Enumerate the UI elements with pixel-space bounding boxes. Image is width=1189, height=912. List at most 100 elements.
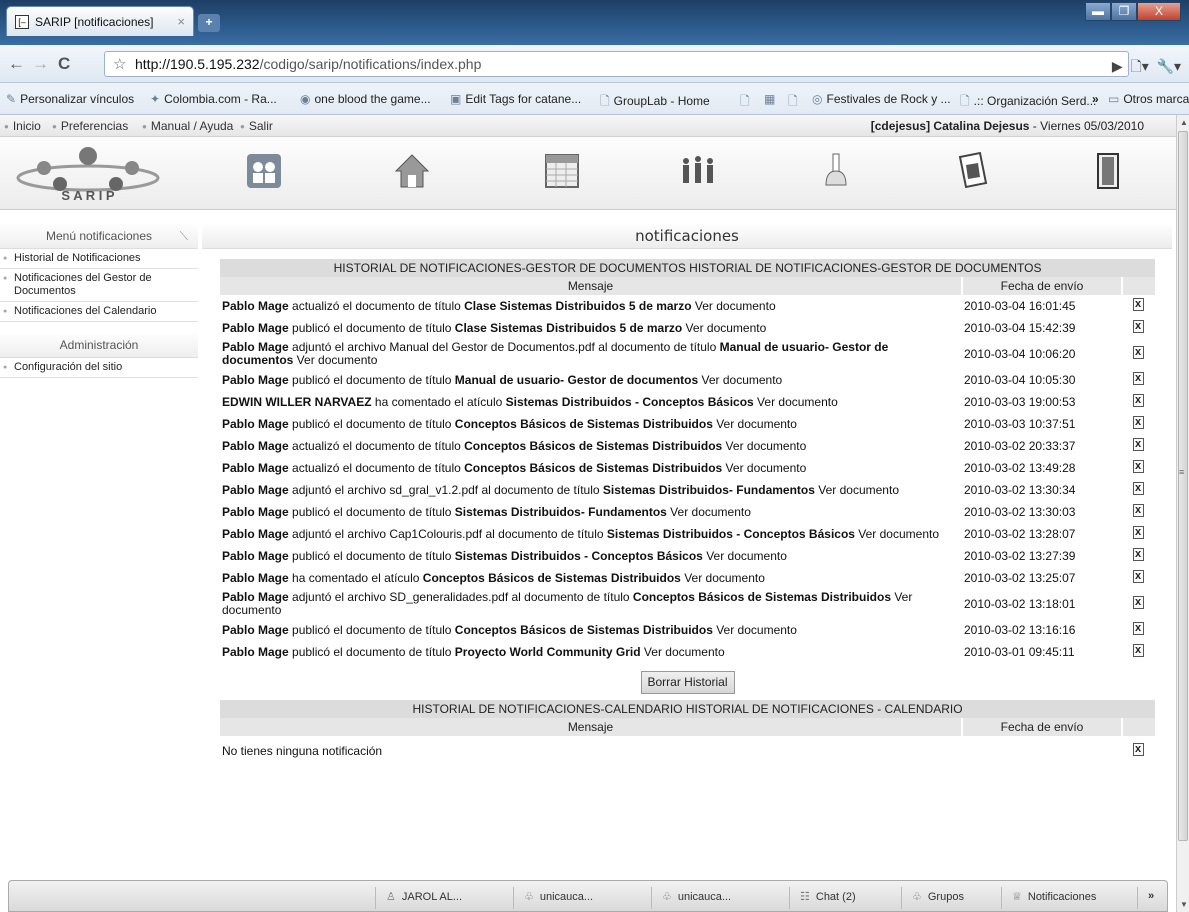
community-icon[interactable] xyxy=(678,151,718,191)
page-favicon-icon: [– xyxy=(15,15,29,29)
chat-item-group[interactable]: ♧ unicauca... xyxy=(651,887,789,909)
bookmark-item[interactable]: ✎ Personalizar vínculos xyxy=(6,92,134,106)
forward-button[interactable]: → xyxy=(32,54,49,74)
reload-button[interactable]: C xyxy=(58,54,70,74)
groups-button[interactable]: ♧ Grupos xyxy=(901,887,1001,909)
view-document-link[interactable]: Ver documento xyxy=(667,505,751,519)
document-icon[interactable] xyxy=(952,151,992,191)
sidebar-item-configuracion[interactable]: Configuración del sitio xyxy=(0,358,198,378)
delete-icon[interactable] xyxy=(1133,743,1145,756)
collapse-sidebar-icon[interactable]: ⟍ xyxy=(180,223,188,249)
notification-message: Pablo Mage publicó el documento de títul… xyxy=(220,501,962,523)
page-menu-icon[interactable]: ▶ 🗋▾ 🔧▾ xyxy=(1112,56,1181,80)
delete-icon[interactable] xyxy=(1133,438,1145,451)
view-document-link[interactable]: Ver documento xyxy=(681,571,765,585)
delete-icon[interactable] xyxy=(1133,596,1145,609)
bookmark-star-icon[interactable]: ☆ xyxy=(113,55,126,73)
minimize-button[interactable]: ▬ xyxy=(1085,2,1111,21)
bookmark-item[interactable]: ◎ Festivales de Rock y ... xyxy=(812,92,951,106)
chat-item-group[interactable]: ♧ unicauca... xyxy=(513,887,651,909)
view-document-link[interactable]: Ver documento xyxy=(855,527,939,541)
delete-icon[interactable] xyxy=(1133,394,1145,407)
table-row: Pablo Mage publicó el documento de títul… xyxy=(220,369,1155,391)
users-group-icon[interactable] xyxy=(244,151,284,191)
chatbar-expand-button[interactable]: » xyxy=(1137,887,1167,909)
view-document-link[interactable]: Ver documento xyxy=(713,623,797,637)
view-document-link[interactable]: Ver documento xyxy=(722,439,807,453)
tab-title: SARIP [notificaciones] xyxy=(35,15,154,29)
notification-date: 2010-03-02 13:30:34 xyxy=(964,482,1076,497)
bookmark-item[interactable]: 🗋 xyxy=(740,92,754,113)
delete-icon[interactable] xyxy=(1133,504,1145,517)
bookmark-item[interactable]: ▦ xyxy=(764,92,779,106)
bookmark-item[interactable]: 🗋.:: Organización Serd... xyxy=(960,92,1096,113)
page-icon: 🗋 xyxy=(740,94,750,108)
bookmark-item[interactable]: ✦ Colombia.com - Ra... xyxy=(150,92,277,106)
page-scrollbar[interactable]: ▲ ≡ ▼ xyxy=(1176,115,1189,912)
view-document-link[interactable]: Ver documento xyxy=(641,645,725,659)
view-document-link[interactable]: Ver documento xyxy=(815,483,899,497)
calendar-icon[interactable] xyxy=(542,151,582,191)
scrollbar-thumb[interactable] xyxy=(1178,131,1188,841)
chat-item-user[interactable]: ♙ JAROL AL... xyxy=(375,887,513,909)
bookmark-item[interactable]: 🗋 xyxy=(788,92,802,113)
view-document-link[interactable]: Ver documento xyxy=(713,417,797,431)
menu-salir[interactable]: Salir xyxy=(240,119,273,133)
clear-history-button[interactable]: Borrar Historial xyxy=(640,671,735,694)
delete-icon[interactable] xyxy=(1133,298,1145,311)
view-document-link[interactable]: Ver documento xyxy=(698,373,783,387)
notification-subject: Manual de usuario- Gestor de documentos xyxy=(454,372,699,387)
delete-icon[interactable] xyxy=(1133,570,1145,583)
current-date: - Viernes 05/03/2010 xyxy=(1029,119,1144,133)
close-window-button[interactable]: X xyxy=(1137,2,1181,21)
notification-action: adjuntó el archivo Cap1Colouris.pdf al d… xyxy=(288,526,607,541)
notifications-button[interactable]: ♕ Notificaciones xyxy=(1001,887,1137,909)
table-row: Pablo Mage publicó el documento de títul… xyxy=(220,619,1155,641)
delete-icon[interactable] xyxy=(1133,526,1145,539)
calendar-icon: ▦ xyxy=(764,92,776,106)
maximize-button[interactable]: ❐ xyxy=(1111,2,1137,21)
new-tab-button[interactable]: + xyxy=(198,14,220,32)
bell-icon[interactable] xyxy=(816,151,856,191)
tab-close-icon[interactable]: × xyxy=(177,14,185,29)
notification-subject: Conceptos Básicos de Sistemas Distribuid… xyxy=(454,416,713,431)
view-document-link[interactable]: Ver documento xyxy=(293,353,378,367)
delete-icon[interactable] xyxy=(1133,320,1145,333)
delete-icon[interactable] xyxy=(1133,482,1145,495)
delete-icon[interactable] xyxy=(1133,346,1145,359)
delete-icon[interactable] xyxy=(1133,548,1145,561)
back-button[interactable]: ← xyxy=(8,54,25,74)
notification-action: publicó el documento de título xyxy=(288,320,455,335)
delete-icon[interactable] xyxy=(1133,644,1145,657)
other-bookmarks[interactable]: ▭Otros marcadores xyxy=(1108,92,1189,106)
chat-button[interactable]: ☷ Chat (2) xyxy=(789,887,901,909)
calendar-table-caption: HISTORIAL DE NOTIFICACIONES-CALENDARIO H… xyxy=(220,700,1156,718)
browser-tab[interactable]: [– SARIP [notificaciones] × xyxy=(6,6,194,36)
sidebar-item-gestor-documentos[interactable]: Notificaciones del Gestor de Documentos xyxy=(0,269,198,302)
menu-manual-ayuda[interactable]: Manual / Ayuda xyxy=(142,119,234,133)
sidebar-item-calendario[interactable]: Notificaciones del Calendario xyxy=(0,302,198,322)
delete-icon[interactable] xyxy=(1133,460,1145,473)
scroll-up-icon[interactable]: ▲ xyxy=(1180,118,1188,127)
notification-actor: Pablo Mage xyxy=(222,482,289,497)
home-icon[interactable] xyxy=(392,151,432,191)
exit-door-icon[interactable] xyxy=(1088,151,1128,191)
bookmark-item[interactable]: 🗋 GroupLab - Home xyxy=(600,92,710,113)
view-document-link[interactable]: Ver documento xyxy=(754,395,838,409)
sarip-logo[interactable]: S A R I P xyxy=(8,140,168,206)
scroll-down-icon[interactable]: ▼ xyxy=(1180,900,1188,909)
menu-preferencias[interactable]: Preferencias xyxy=(52,119,128,133)
delete-icon[interactable] xyxy=(1133,622,1145,635)
address-bar[interactable]: ☆ http://190.5.195.232/codigo/sarip/noti… xyxy=(104,51,1129,77)
sidebar-item-historial[interactable]: Historial de Notificaciones xyxy=(0,249,198,269)
view-document-link[interactable]: Ver documento xyxy=(692,299,776,313)
view-document-link[interactable]: Ver documento xyxy=(722,461,807,475)
bookmark-item[interactable]: ▣ Edit Tags for catane... xyxy=(450,92,581,106)
delete-icon[interactable] xyxy=(1133,372,1145,385)
delete-icon[interactable] xyxy=(1133,416,1145,429)
bookmarks-overflow-button[interactable]: » xyxy=(1092,92,1099,106)
menu-inicio[interactable]: Inicio xyxy=(4,119,41,133)
view-document-link[interactable]: Ver documento xyxy=(703,549,787,563)
view-document-link[interactable]: Ver documento xyxy=(682,321,767,335)
bookmark-item[interactable]: ◉ one blood the game... xyxy=(300,92,431,106)
